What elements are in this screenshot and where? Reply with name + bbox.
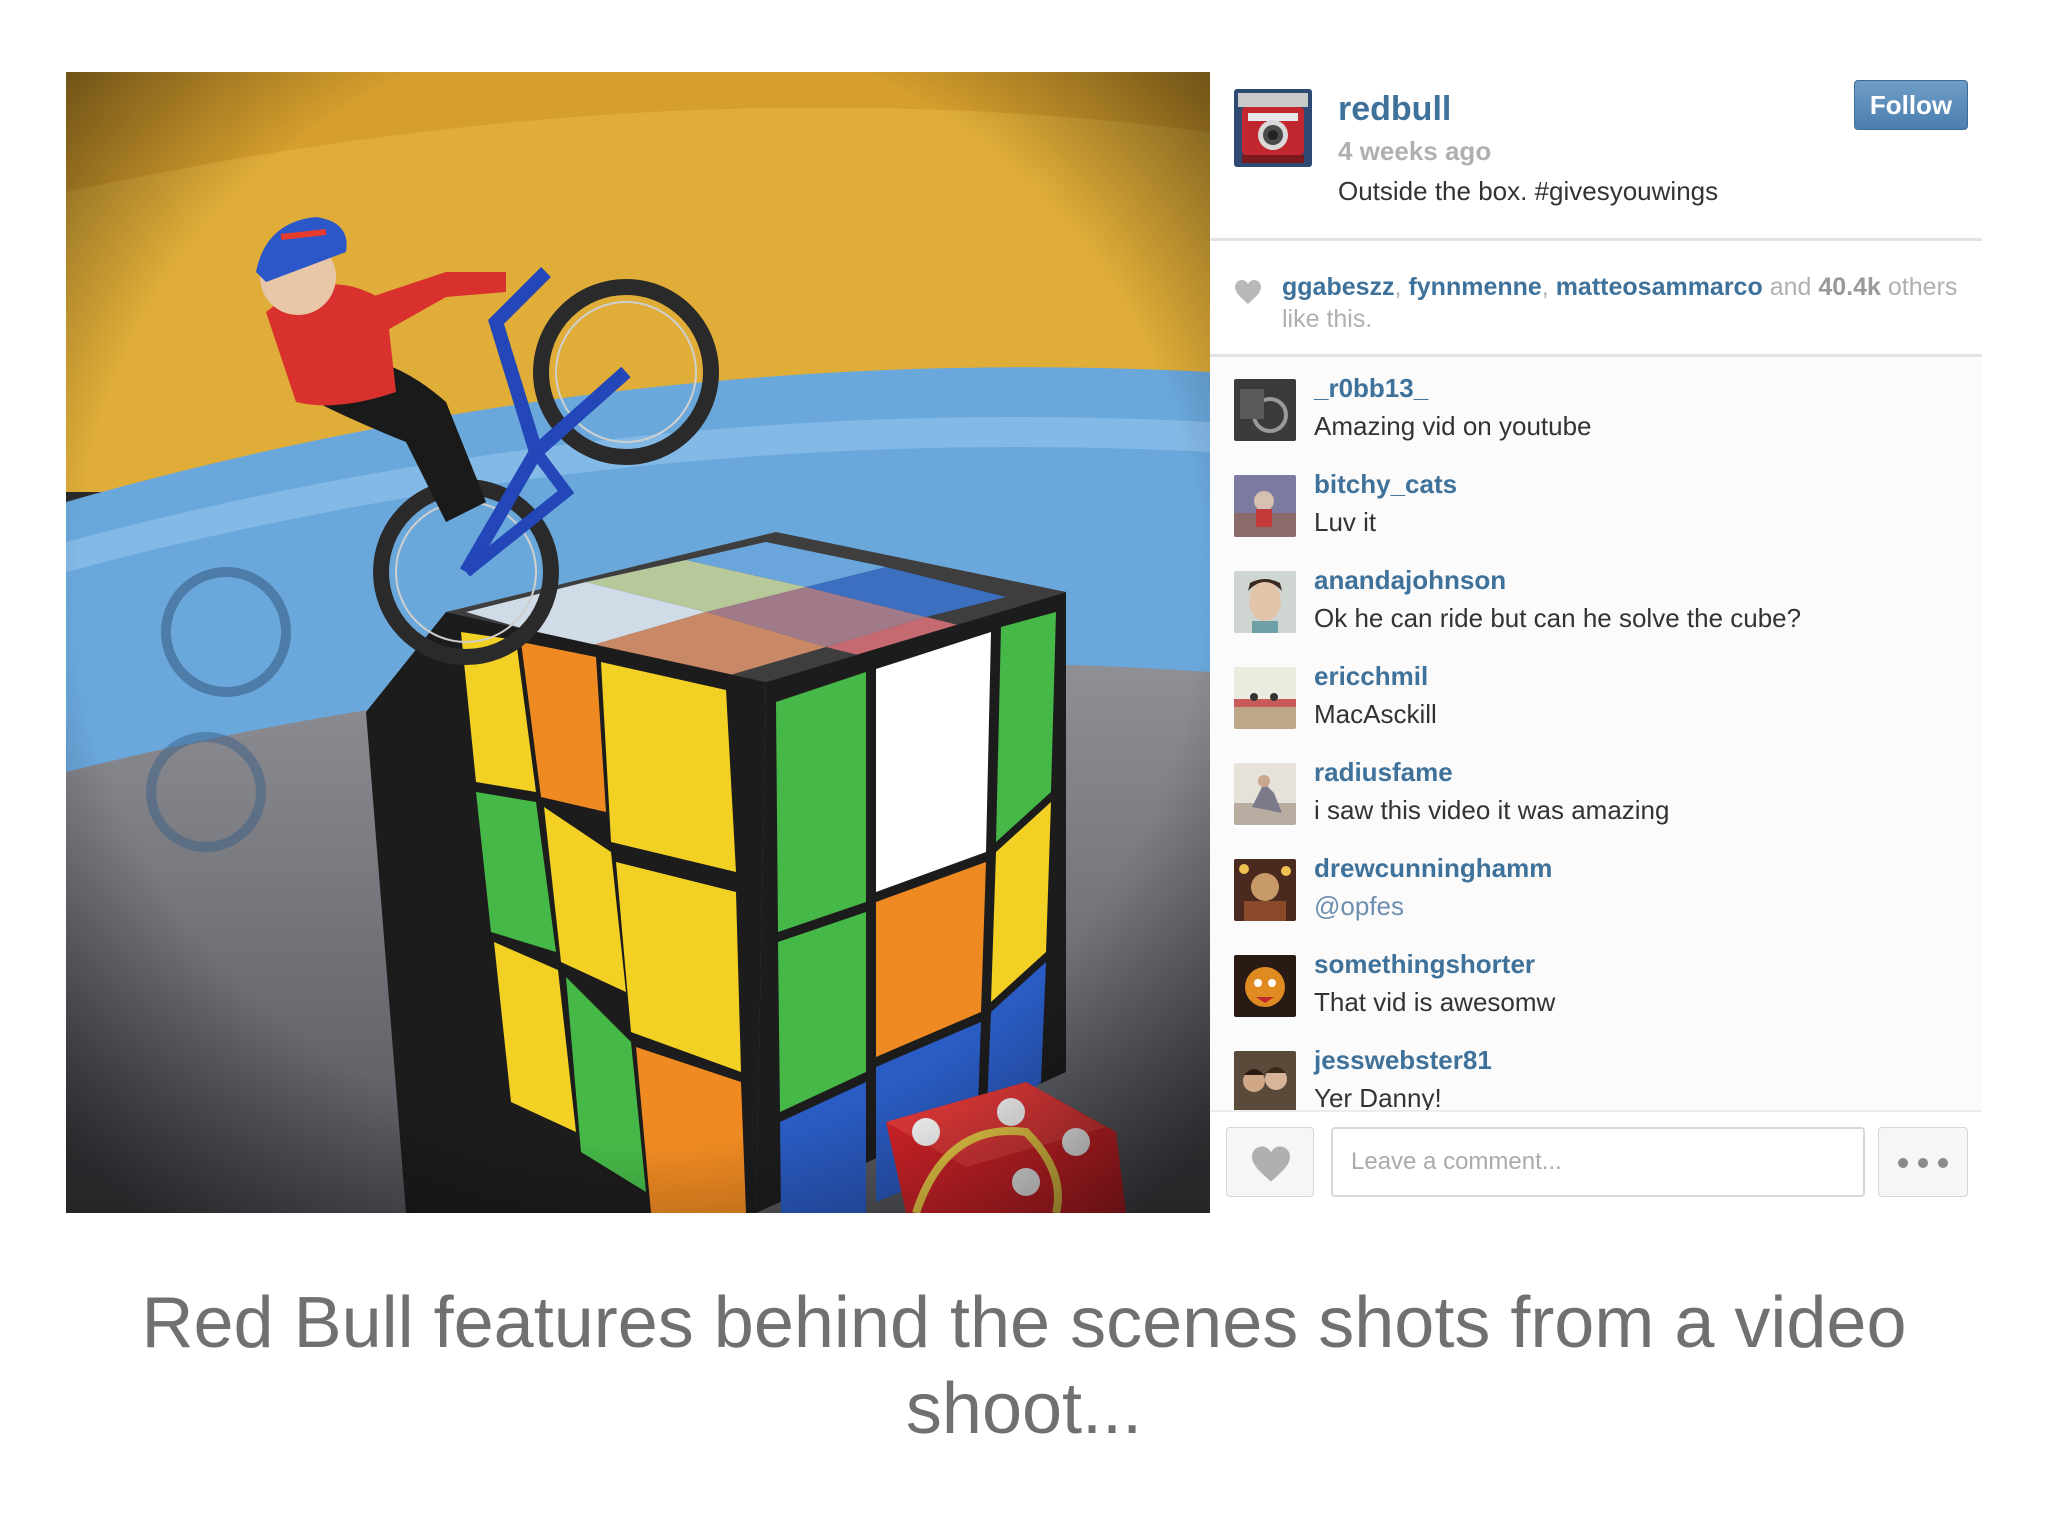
comment-item: _r0bb13_ Amazing vid on youtube	[1234, 373, 1974, 453]
comment-text: Ok he can ride but can he solve the cube…	[1314, 603, 1802, 633]
comment-username[interactable]: _r0bb13_	[1314, 373, 1428, 404]
commenter-avatar-image	[1234, 1051, 1296, 1110]
slide-caption: Red Bull features behind the scenes shot…	[141, 1283, 1907, 1449]
liker-separator: ,	[1394, 273, 1402, 301]
commenter-avatar-image	[1234, 955, 1296, 1017]
comment-item: drewcunninghamm @opfes	[1234, 853, 1974, 933]
comment-username[interactable]: ericchmil	[1314, 661, 1428, 692]
comment-text: MacAsckill	[1314, 699, 1437, 729]
commenter-avatar-image	[1234, 475, 1296, 537]
comment-item: ericchmil MacAsckill	[1234, 661, 1974, 741]
post-caption: Outside the box. #givesyouwings	[1338, 176, 1719, 206]
comment-username[interactable]: anandajohnson	[1314, 565, 1506, 596]
comment-footer	[1210, 1110, 1982, 1215]
commenter-avatar-image	[1234, 763, 1296, 825]
more-dots-icon	[1918, 1158, 1928, 1168]
liker-link[interactable]: matteosammarco	[1556, 273, 1763, 301]
commenter-avatar-image	[1234, 571, 1296, 633]
liker-separator: ,	[1541, 273, 1549, 301]
comment-item: radiusfame i saw this video it was amazi…	[1234, 757, 1974, 837]
post-username[interactable]: redbull	[1338, 90, 1451, 129]
commenter-avatar-image	[1234, 379, 1296, 441]
comment-username[interactable]: somethingshorter	[1314, 949, 1535, 980]
comment-item: jesswebster81 Yer Danny!	[1234, 1045, 1974, 1110]
avatar[interactable]	[1234, 475, 1296, 537]
post-header: redbull 4 weeks ago Outside the box. #gi…	[1210, 72, 1982, 241]
post-timestamp: 4 weeks ago	[1338, 136, 1492, 166]
comment-username[interactable]: bitchy_cats	[1314, 469, 1457, 500]
photo-illustration	[66, 72, 1210, 1213]
more-dots-icon	[1938, 1158, 1948, 1168]
comment-item: anandajohnson Ok he can ride but can he …	[1234, 565, 1974, 645]
comment-item: bitchy_cats Luv it	[1234, 469, 1974, 549]
avatar[interactable]	[1234, 379, 1296, 441]
comment-username[interactable]: radiusfame	[1314, 757, 1453, 788]
comment-text: Yer Danny!	[1314, 1083, 1442, 1110]
avatar[interactable]	[1234, 763, 1296, 825]
follow-button[interactable]: Follow	[1854, 80, 1968, 130]
comment-item: somethingshorter That vid is awesomw	[1234, 949, 1974, 1029]
commenter-avatar-image	[1234, 667, 1296, 729]
more-options-button[interactable]	[1878, 1127, 1968, 1197]
likes-summary: ggabeszz, fynnmenne, matteosammarco and …	[1282, 271, 1962, 335]
likes-count[interactable]: 40.4k	[1818, 273, 1881, 301]
heart-icon	[1252, 1146, 1290, 1182]
liker-link[interactable]: fynnmenne	[1408, 273, 1541, 301]
heart-icon	[1235, 280, 1261, 304]
comment-text: That vid is awesomw	[1314, 987, 1556, 1017]
avatar[interactable]	[1234, 1051, 1296, 1110]
like-button[interactable]	[1226, 1127, 1314, 1197]
comment-text: Amazing vid on youtube	[1314, 411, 1592, 441]
commenter-avatar-image	[1234, 859, 1296, 921]
comment-text: i saw this video it was amazing	[1314, 795, 1670, 825]
post-photo[interactable]	[66, 72, 1210, 1213]
likes-section: ggabeszz, fynnmenne, matteosammarco and …	[1210, 241, 1982, 357]
likes-and: and	[1769, 273, 1812, 301]
camera-avatar-icon	[1234, 89, 1312, 167]
post-side-panel: redbull 4 weeks ago Outside the box. #gi…	[1210, 72, 1982, 1215]
comment-username[interactable]: jesswebster81	[1314, 1045, 1492, 1076]
comment-text: Luv it	[1314, 507, 1377, 537]
comment-username[interactable]: drewcunninghamm	[1314, 853, 1552, 884]
avatar[interactable]	[1234, 955, 1296, 1017]
avatar[interactable]	[1234, 859, 1296, 921]
more-dots-icon	[1898, 1158, 1908, 1168]
liker-link[interactable]: ggabeszz	[1282, 273, 1395, 301]
comments-list[interactable]: _r0bb13_ Amazing vid on youtube bitchy_c…	[1210, 357, 1982, 1110]
comment-text[interactable]: @opfes	[1314, 891, 1404, 922]
comment-input[interactable]	[1331, 1127, 1865, 1197]
avatar[interactable]	[1234, 89, 1312, 167]
avatar[interactable]	[1234, 667, 1296, 729]
avatar[interactable]	[1234, 571, 1296, 633]
